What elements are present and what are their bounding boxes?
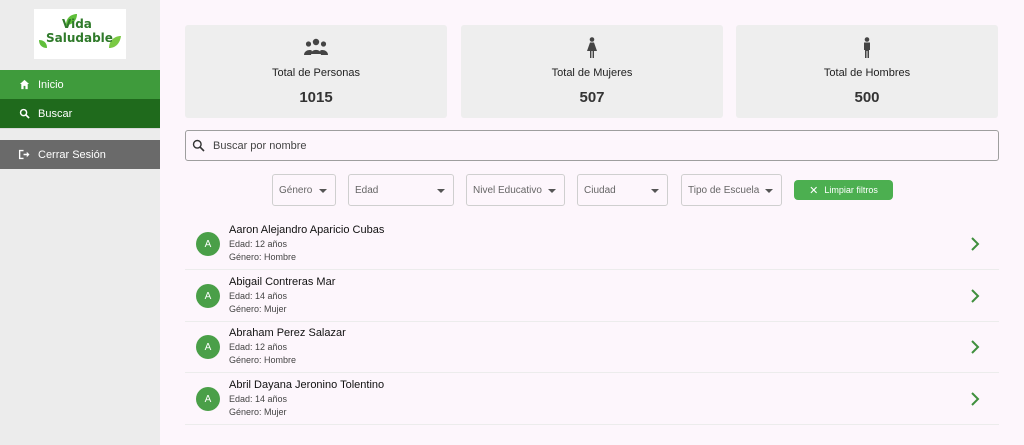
app-logo[interactable]: Vida Saludable: [34, 9, 126, 59]
sidebar-item-label: Buscar: [38, 107, 73, 120]
person-gender: Género: Hombre: [229, 355, 297, 365]
person-gender: Género: Hombre: [229, 252, 297, 262]
stat-label: Total de Personas: [271, 67, 361, 79]
logo-line-1: Vida: [62, 17, 92, 31]
logo-text: Vida Saludable: [46, 17, 113, 45]
person-gender: Género: Mujer: [229, 407, 287, 417]
filter-label: Edad: [355, 184, 379, 196]
stat-value: 507: [579, 89, 605, 106]
person-name: Abigail Contreras Mar: [229, 276, 336, 288]
clear-filters-label: Limpiar filtros: [824, 185, 878, 195]
man-icon: [736, 37, 998, 59]
filter-genero[interactable]: Género: [272, 174, 336, 206]
person-name: Abraham Perez Salazar: [229, 327, 346, 339]
avatar: A: [196, 284, 220, 308]
person-age: Edad: 12 años: [229, 342, 288, 352]
chevron-right-icon[interactable]: [970, 339, 980, 360]
person-list-item[interactable]: A Abigail Contreras Mar Edad: 14 años Gé…: [185, 271, 999, 322]
sidebar-item-label: Inicio: [38, 78, 64, 91]
people-icon: [185, 37, 447, 57]
logout-button[interactable]: Cerrar Sesión: [0, 140, 160, 169]
stat-card-mujeres: Total de Mujeres 507: [461, 25, 723, 118]
person-list-item[interactable]: A Aaron Alejandro Aparicio Cubas Edad: 1…: [185, 219, 999, 270]
person-age: Edad: 14 años: [229, 394, 288, 404]
avatar: A: [196, 335, 220, 359]
search-icon: [16, 106, 32, 122]
logout-icon: [16, 147, 32, 163]
filter-label: Ciudad: [584, 184, 616, 196]
caret-down-icon: [319, 189, 327, 193]
chevron-right-icon[interactable]: [970, 391, 980, 412]
clear-filters-button[interactable]: ✕ Limpiar filtros: [794, 180, 893, 200]
chevron-right-icon[interactable]: [970, 288, 980, 309]
chevron-right-icon[interactable]: [970, 236, 980, 257]
person-age: Edad: 12 años: [229, 239, 288, 249]
sidebar-item-buscar[interactable]: Buscar: [0, 99, 160, 128]
caret-down-icon: [765, 189, 773, 193]
person-name: Aaron Alejandro Aparicio Cubas: [229, 224, 385, 236]
search-input[interactable]: [213, 131, 983, 160]
person-name: Abril Dayana Jeronino Tolentino: [229, 379, 385, 391]
stat-card-hombres: Total de Hombres 500: [736, 25, 998, 118]
avatar: A: [196, 232, 220, 256]
filter-tipo-escuela[interactable]: Tipo de Escuela: [681, 174, 782, 206]
person-age: Edad: 14 años: [229, 291, 288, 301]
close-icon: ✕: [809, 184, 819, 197]
woman-icon: [461, 37, 723, 59]
filter-nivel-educativo[interactable]: Nivel Educativo: [466, 174, 565, 206]
filter-label: Tipo de Escuela: [688, 184, 760, 196]
logout-label: Cerrar Sesión: [38, 148, 106, 161]
sidebar-divider: [0, 128, 160, 129]
logo-line-2: Saludable: [46, 31, 113, 45]
filter-label: Género: [279, 184, 313, 196]
person-list-item[interactable]: A Abraham Perez Salazar Edad: 12 años Gé…: [185, 322, 999, 373]
avatar: A: [196, 387, 220, 411]
search-icon: [192, 139, 205, 157]
person-list-item[interactable]: A Abril Dayana Jeronino Tolentino Edad: …: [185, 374, 999, 425]
stat-value: 1015: [299, 89, 333, 106]
filter-label: Nivel Educativo: [473, 184, 542, 196]
home-icon: [16, 77, 32, 93]
caret-down-icon: [437, 189, 445, 193]
stat-card-personas: Total de Personas 1015: [185, 25, 447, 118]
caret-down-icon: [548, 189, 556, 193]
sidebar-item-inicio[interactable]: Inicio: [0, 70, 160, 99]
caret-down-icon: [651, 189, 659, 193]
filter-ciudad[interactable]: Ciudad: [577, 174, 668, 206]
person-gender: Género: Mujer: [229, 304, 287, 314]
filter-edad[interactable]: Edad: [348, 174, 454, 206]
sidebar: Vida Saludable Inicio Buscar Cerrar Sesi…: [0, 0, 160, 445]
stat-label: Total de Mujeres: [551, 67, 633, 79]
stat-label: Total de Hombres: [823, 67, 911, 79]
search-box: [185, 130, 999, 161]
stat-value: 500: [854, 89, 880, 106]
